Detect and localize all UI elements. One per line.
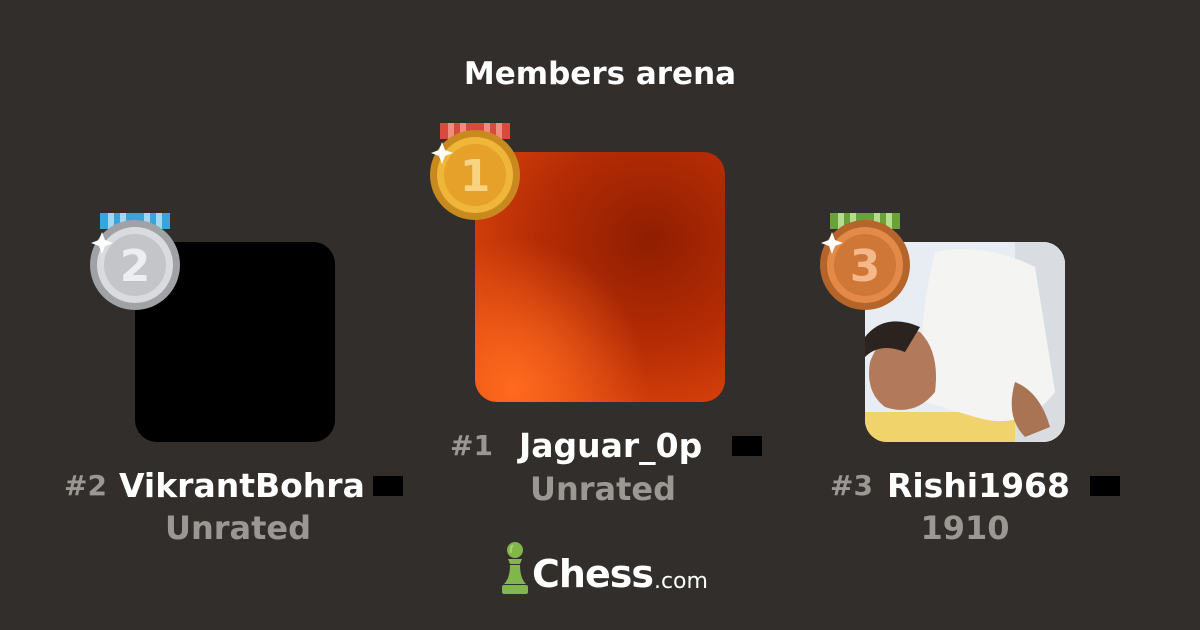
country-flag-icon (732, 435, 763, 456)
rank-line: #1 Jaguar_0p (450, 426, 763, 465)
medal-digit: 2 (120, 241, 151, 292)
rating: Unrated (529, 470, 677, 508)
logo-suffix: .com (653, 569, 708, 594)
rank-number: #1 (450, 429, 493, 462)
username[interactable]: Rishi1968 (887, 466, 1070, 505)
rank-number: #2 (64, 469, 107, 502)
rank-line: #3 Rishi1968 (830, 466, 1120, 505)
country-flag-icon (1089, 475, 1120, 496)
logo-name: Chess (532, 552, 654, 596)
rank-number: #3 (830, 469, 873, 502)
rating: Unrated (164, 509, 312, 547)
rank-line: #2 VikrantBohra (64, 466, 403, 505)
medal-digit: 1 (460, 151, 491, 202)
rating: 1910 (920, 509, 1010, 547)
username[interactable]: Jaguar_0p (519, 426, 702, 465)
username[interactable]: VikrantBohra (119, 466, 365, 505)
pawn-icon (502, 542, 528, 594)
silver-medal-icon: 2 (90, 213, 180, 310)
page-title: Members arena (463, 56, 737, 92)
chess-com-logo[interactable]: Chess .com (500, 540, 708, 596)
medal-digit: 3 (850, 241, 881, 292)
country-flag-icon (372, 475, 403, 496)
bronze-medal-icon: 3 (820, 213, 910, 310)
gold-medal-icon: 1 (430, 123, 520, 220)
